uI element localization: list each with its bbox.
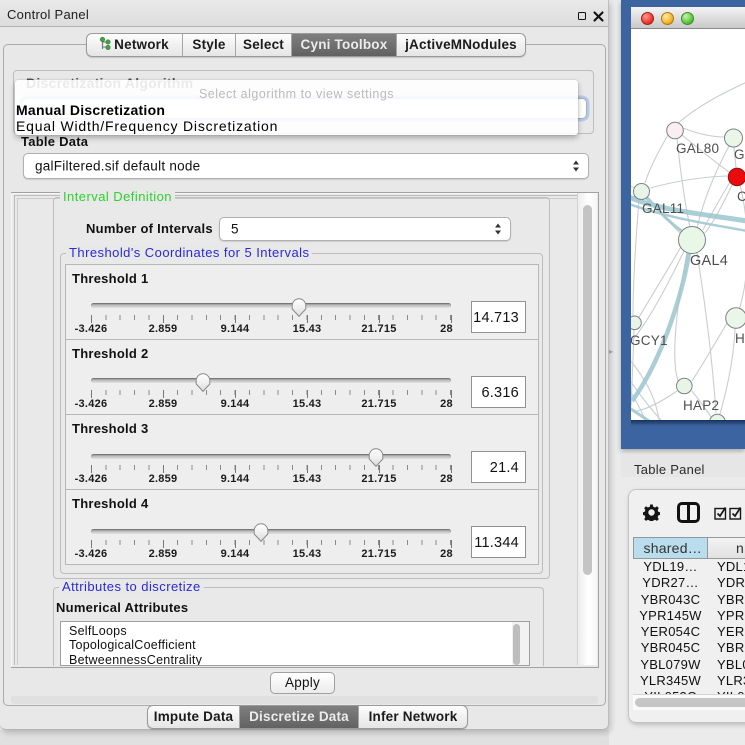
svg-text:GA: GA [734,147,745,162]
svg-text:C: C [737,189,745,204]
svg-text:GAL80: GAL80 [676,141,719,156]
svg-text:H: H [735,331,745,346]
svg-text:GAL4: GAL4 [690,253,728,269]
svg-text:HAP2: HAP2 [683,398,719,413]
svg-text:GAL11: GAL11 [642,201,684,216]
svg-text:GCY1: GCY1 [631,333,668,348]
